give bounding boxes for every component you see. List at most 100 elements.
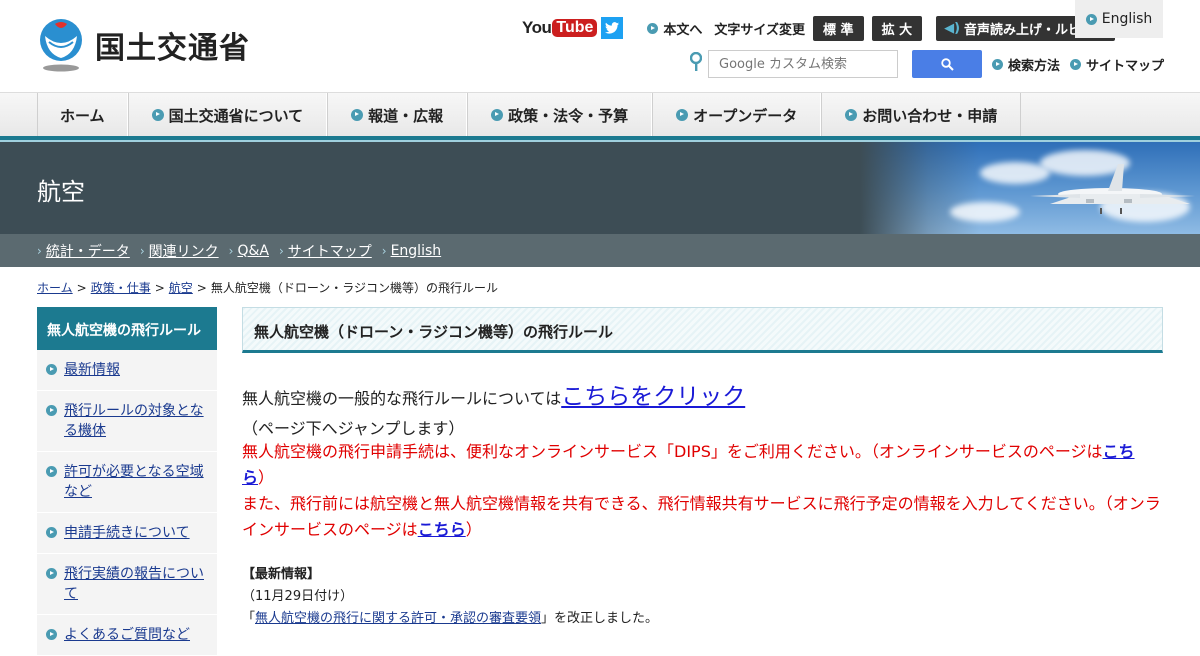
news-close-text: 」を改正しました。 [541,611,659,626]
gnav-label: オープンデータ [693,106,798,125]
site-logo[interactable]: 国土交通省 [37,18,250,72]
youtube-logo-tube: Tube [552,19,598,37]
side-nav-item[interactable]: 飛行実績の報告について [37,554,217,615]
page-title: 無人航空機（ドローン・ラジコン機等）の飛行ルール [242,307,1163,353]
news-link[interactable]: 無人航空機の飛行に関する許可・承認の審査要領 [255,611,541,626]
gnav-item-contact[interactable]: お問い合わせ・申請 [821,93,1022,137]
subnav-label: 統計・データ [45,243,130,260]
global-nav: ホーム 国土交通省について 報道・広報 政策・法令・予算 オープンデータ お問い… [0,92,1200,137]
side-nav-link[interactable]: 飛行ルールの対象となる機体 [64,403,204,439]
gnav-item-press[interactable]: 報道・広報 [327,93,468,137]
twitter-icon[interactable] [601,17,624,39]
intro-jump-link[interactable]: こちらをクリック [561,384,745,410]
section-title: 航空 [37,178,85,206]
pin-icon [689,51,703,71]
side-nav-item[interactable]: よくあるご質問など [37,615,217,656]
chevron-right-icon: › [278,243,284,258]
news-date: （11月29日付け） [242,589,354,604]
youtube-link[interactable]: You Tube [522,18,598,38]
gnav-item-opendata[interactable]: オープンデータ [652,93,822,137]
twitter-bird-icon [605,22,620,34]
arrow-circle-icon [992,58,1003,70]
side-nav-item[interactable]: 申請手続きについて [37,513,217,554]
section-subnav: › 統計・データ › 関連リンク › Q&A › サイトマップ › English [0,234,1200,267]
subnav-item-sitemap[interactable]: › サイトマップ [279,241,372,261]
flight-info-text: また、飛行前には航空機と無人航空機情報を共有できる、飛行情報共有サービスに飛行予… [242,494,1161,539]
english-label: English [1101,11,1153,27]
arrow-circle-icon [46,405,57,416]
youtube-logo-you: You [522,18,552,37]
dips-notice-end: ） [258,468,275,487]
gnav-label: 政策・法令・予算 [508,106,629,125]
flight-info-link[interactable]: こちら [418,520,466,539]
subnav-label: Q&A [237,242,269,259]
gnav-item-about[interactable]: 国土交通省について [127,93,328,137]
arrow-circle-icon [351,109,364,121]
breadcrumb-separator: > [76,281,87,295]
dips-notice: 無人航空機の飛行申請手続は、便利なオンラインサービス「DIPS」をご利用ください… [242,439,1163,491]
arrow-circle-icon [46,527,57,538]
arrow-circle-icon [1085,13,1097,25]
dips-notice-text: 無人航空機の飛行申請手続は、便利なオンラインサービス「DIPS」をご利用ください… [242,442,1103,461]
main-content: 無人航空機（ドローン・ラジコン機等）の飛行ルール 無人航空機の一般的な飛行ルール… [242,307,1163,626]
chevron-right-icon: › [228,243,234,258]
side-nav-heading[interactable]: 無人航空機の飛行ルール [37,307,217,350]
subnav-item-english[interactable]: › English [382,243,441,259]
font-size-large-button[interactable]: 拡 大 [871,15,923,41]
gnav-item-policy[interactable]: 政策・法令・予算 [467,93,653,137]
breadcrumb-current: 無人航空機（ドローン・ラジコン機等）の飛行ルール [210,281,499,295]
flight-info-notice: また、飛行前には航空機と無人航空機情報を共有できる、飛行情報共有サービスに飛行予… [242,491,1163,543]
subnav-item-links[interactable]: › 関連リンク [140,241,219,261]
chevron-right-icon: › [37,243,42,258]
arrow-circle-icon [647,22,659,34]
arrow-circle-icon [676,109,689,121]
breadcrumb-link-policy[interactable]: 政策・仕事 [91,281,151,295]
utility-bar: You Tube 本文へ 文字サイズ変更 標 準 拡 大 ◀) 音声読み上げ・ル… [522,15,1116,41]
news-item: 「無人航空機の飛行に関する許可・承認の審査要領」を改正しました。 [242,607,1163,626]
arrow-circle-icon [1070,58,1082,70]
side-nav-link[interactable]: 申請手続きについて [64,525,190,541]
news-open-bracket: 「 [242,611,256,626]
skip-to-content-label: 本文へ [663,22,703,38]
chevron-right-icon: › [381,243,387,258]
site-header: 国土交通省 You Tube 本文へ 文字サイズ変更 標 準 拡 大 ◀) 音声… [0,0,1200,92]
gnav-item-home[interactable]: ホーム [37,93,128,137]
subnav-item-stats[interactable]: › 統計・データ [37,241,130,261]
side-nav-link[interactable]: 最新情報 [64,362,120,378]
side-nav-item[interactable]: 許可が必要となる空域など [37,452,217,513]
airplane-banner-image [860,142,1200,234]
side-nav-link[interactable]: よくあるご質問など [64,627,190,643]
location-pin-icon [689,51,703,77]
intro-paragraph: 無人航空機の一般的な飛行ルールについてはこちらをクリック [242,377,1163,411]
gnav-label: ホーム [60,106,105,125]
subnav-item-qa[interactable]: › Q&A [229,243,269,259]
breadcrumb-link-aviation[interactable]: 航空 [169,281,193,295]
search-method-link[interactable]: 検索方法 [992,55,1060,74]
breadcrumb-separator: > [154,281,165,295]
search-bar: 検索方法 サイトマップ [689,50,1164,78]
side-nav-link[interactable]: 飛行実績の報告について [64,566,204,602]
speaker-icon: ◀) [944,20,961,36]
english-link[interactable]: English [1075,0,1163,38]
mlit-logo-icon [40,19,82,72]
side-nav-item[interactable]: 最新情報 [37,350,217,391]
breadcrumb-link-home[interactable]: ホーム [37,281,73,295]
sitemap-label: サイトマップ [1086,58,1165,74]
gnav-label: 報道・広報 [368,106,444,125]
search-method-label: 検索方法 [1008,58,1061,74]
side-nav-item[interactable]: 飛行ルールの対象となる機体 [37,391,217,452]
font-size-standard-button[interactable]: 標 準 [813,15,864,41]
search-input[interactable] [708,50,898,78]
subnav-label: English [390,242,442,259]
site-name: 国土交通省 [95,31,250,66]
search-icon [940,57,954,71]
side-nav-link[interactable]: 許可が必要となる空域など [64,464,204,500]
search-button[interactable] [912,50,982,78]
skip-to-content-link[interactable]: 本文へ [647,19,702,38]
gnav-label: お問い合わせ・申請 [862,106,998,125]
arrow-circle-icon [845,109,858,121]
sitemap-link[interactable]: サイトマップ [1070,55,1164,74]
airplane-icon [1030,164,1195,214]
section-banner: 航空 [0,142,1200,234]
subnav-label: 関連リンク [148,243,219,260]
